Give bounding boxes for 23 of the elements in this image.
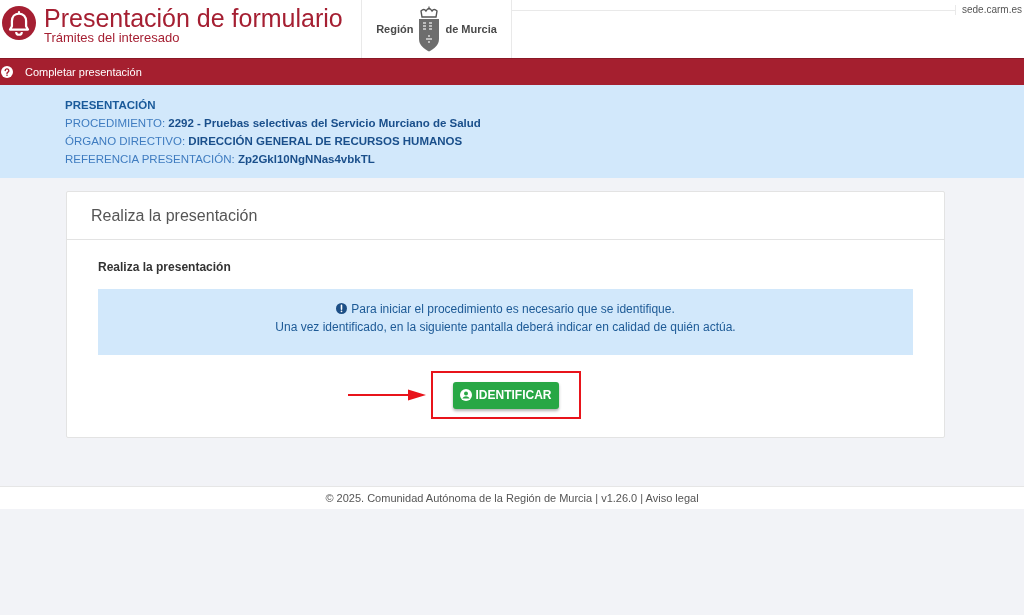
coat-of-arms-icon: [417, 6, 442, 52]
field-label: PROCEDIMIENTO:: [65, 117, 166, 129]
site-address: sede.carm.es: [954, 5, 1024, 15]
legal-link[interactable]: Aviso legal: [645, 491, 699, 504]
field-label: ÓRGANO DIRECTIVO:: [65, 135, 186, 147]
user-icon: [459, 388, 472, 401]
exclamation-icon: [336, 303, 348, 314]
footer-text: © 2025. Comunidad Autónoma de la Región de Murcia | v1.26.0 | Aviso legal: [325, 490, 699, 506]
summary-heading: PRESENTACIÓN: [65, 99, 156, 111]
logo-text: de Murcia: [445, 21, 497, 37]
arrow-icon: [347, 389, 426, 401]
alert-text: Una vez identificado, en la siguiente pantalla deberá indicar en calidad de quién actúa.: [275, 320, 736, 334]
field-label: REFERENCIA PRESENTACIÓN:: [65, 153, 235, 165]
section-title: Realiza la presentación: [98, 259, 231, 276]
app-title: Presentación de formulario: [44, 5, 343, 31]
app-subtitle: Trámites del interesado: [44, 31, 181, 45]
action-bar-title: Completar presentación: [25, 64, 142, 80]
field-value: DIRECCIÓN GENERAL DE RECURSOS HUMANOS: [188, 135, 463, 147]
field-value: 2292 - Pruebas selectivas del Servicio Murciano de Salud: [168, 117, 481, 129]
alert-text: Para iniciar el procedimiento es necesario que se identifique.: [336, 302, 675, 316]
card-title: Realiza la presentación: [91, 205, 258, 226]
logo-text: Región: [376, 21, 414, 37]
field-value: Zp2Gkl10NgNNas4vbkTL: [237, 153, 375, 165]
